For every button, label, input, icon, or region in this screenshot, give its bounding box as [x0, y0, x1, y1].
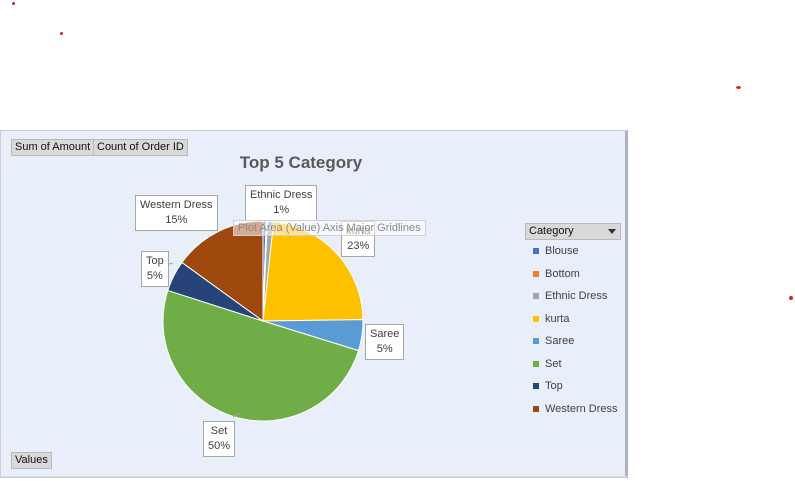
legend-title: Category: [529, 225, 574, 237]
legend-label: Saree: [545, 335, 575, 348]
legend-swatch: [533, 248, 539, 255]
legend-label: Set: [545, 357, 562, 370]
legend-label: Top: [545, 380, 563, 393]
legend-swatch: [533, 315, 539, 322]
legend-label: Western Dress: [545, 402, 618, 415]
chart-element-tooltip: Plot Area (Value) Axis Major Gridlines: [233, 220, 426, 236]
data-label-western-dress[interactable]: Western Dress 15%: [135, 195, 218, 231]
data-label-top[interactable]: Top 5%: [141, 251, 169, 287]
legend-item-blouse[interactable]: Blouse: [525, 240, 621, 263]
legend-item-western-dress[interactable]: Western Dress: [525, 398, 621, 421]
red-mark: [12, 2, 15, 5]
legend-item-top[interactable]: Top: [525, 375, 621, 398]
red-mark: [60, 32, 63, 35]
legend-swatch: [533, 360, 539, 367]
legend-item-bottom[interactable]: Bottom: [525, 263, 621, 286]
legend-label: Bottom: [545, 267, 580, 280]
legend-item-kurta[interactable]: kurta: [525, 308, 621, 331]
data-label-set[interactable]: Set 50%: [203, 421, 236, 457]
category-filter-button[interactable]: Category: [525, 223, 621, 240]
legend-swatch: [533, 405, 539, 412]
legend-swatch: [533, 293, 539, 300]
sheet-gridline: [0, 476, 628, 481]
red-mark: [789, 296, 793, 300]
pivot-chart-area[interactable]: Sum of Amount Count of Order ID Top 5 Ca…: [0, 130, 628, 478]
legend-item-saree[interactable]: Saree: [525, 330, 621, 353]
legend-swatch: [533, 383, 539, 390]
legend[interactable]: Category Blouse Bottom Ethnic Dress kurta Sa…: [525, 223, 621, 420]
values-field-area[interactable]: Values: [11, 452, 52, 469]
red-mark: [736, 86, 741, 89]
dropdown-arrow-icon: [608, 229, 616, 234]
data-label-saree[interactable]: Saree 5%: [365, 324, 405, 360]
legend-label: Ethnic Dress: [545, 290, 608, 303]
legend-label: kurta: [545, 312, 570, 325]
legend-items: Blouse Bottom Ethnic Dress kurta Saree Set Top…: [525, 240, 621, 420]
data-label-ethnic-dress[interactable]: Ethnic Dress 1%: [245, 185, 318, 221]
legend-swatch: [533, 270, 539, 277]
legend-item-set[interactable]: Set: [525, 353, 621, 376]
legend-item-ethnic-dress[interactable]: Ethnic Dress: [525, 285, 621, 308]
legend-swatch: [533, 338, 539, 345]
legend-label: Blouse: [545, 245, 579, 258]
